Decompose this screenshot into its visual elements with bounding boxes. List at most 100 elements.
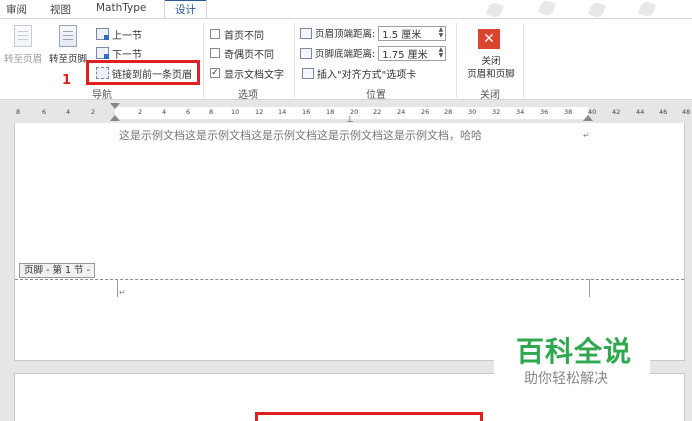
checkbox-box xyxy=(210,48,220,58)
goto-header-button[interactable]: 转至页眉 xyxy=(4,25,42,65)
checkmark-icon: ✓ xyxy=(210,68,220,78)
ribbon-tab-bar: 审阅 视图 MathType 设计 xyxy=(0,0,692,19)
header-from-top-value: 1.5 厘米 xyxy=(382,29,422,41)
goto-header-label: 转至页眉 xyxy=(4,54,43,65)
previous-section-icon xyxy=(96,28,109,40)
close-label-line2: 页眉和页脚 xyxy=(467,69,515,80)
ruler-number: 34 xyxy=(516,108,525,116)
tab-view[interactable]: 视图 xyxy=(50,2,71,17)
footer-position-icon xyxy=(300,47,312,59)
header-text[interactable]: 这是示例文档这是示例文档这是示例文档这是示例文档这是示例文档，哈哈 xyxy=(119,127,482,143)
decorative-leaf-icon xyxy=(588,1,606,19)
ruler-number: 22 xyxy=(373,108,382,116)
ruler-number: 10 xyxy=(231,108,240,116)
spinner-arrows-icon[interactable]: ▲ ▼ xyxy=(439,46,444,60)
insert-alignment-tab-label: 插入"对齐方式"选项卡 xyxy=(317,69,417,81)
right-indent-marker[interactable] xyxy=(583,115,593,121)
next-section-button[interactable]: 下一节 xyxy=(96,45,142,61)
footer-page-icon xyxy=(59,25,77,47)
ruler-number: 38 xyxy=(564,108,573,116)
checkbox-box xyxy=(210,29,220,39)
group-separator xyxy=(294,23,295,97)
ruler-number: 26 xyxy=(421,108,430,116)
paragraph-mark-icon: ↵ xyxy=(583,131,590,140)
ruler-number: 42 xyxy=(612,108,621,116)
spinner-arrows-icon[interactable]: ▲ ▼ xyxy=(439,26,444,40)
ruler-number: 24 xyxy=(397,108,406,116)
show-document-text-checkbox[interactable]: ✓ 显示文档文字 xyxy=(210,65,284,81)
ruler-number: 44 xyxy=(636,108,645,116)
header-position-icon xyxy=(300,27,312,39)
close-header-footer-button[interactable]: 关闭 页眉和页脚 xyxy=(462,55,520,81)
ruler-number: 30 xyxy=(468,108,477,116)
insert-alignment-tab-button[interactable]: 插入"对齐方式"选项卡 xyxy=(302,65,416,81)
group-label-position: 位置 xyxy=(366,90,386,101)
ruler-number: 32 xyxy=(492,108,501,116)
group-separator xyxy=(456,23,457,97)
next-section-label: 下一节 xyxy=(112,49,142,61)
next-section-icon xyxy=(96,47,109,59)
tab-mathtype[interactable]: MathType xyxy=(96,2,146,14)
ruler-number: 4 xyxy=(162,108,167,116)
footer-from-bottom-label: 页脚底端距离: xyxy=(315,49,376,60)
footer-from-bottom-value: 1.75 厘米 xyxy=(382,49,428,61)
highlight-box xyxy=(86,60,200,85)
ruler-number: 4 xyxy=(66,108,71,116)
ruler-number: 46 xyxy=(659,108,668,116)
ribbon: 转至页眉 转至页脚 上一节 下一节 链接到前一条页眉 1 导航 首页不同 奇偶页… xyxy=(0,18,692,101)
highlight-box xyxy=(255,412,483,421)
goto-footer-button[interactable]: 转至页脚 xyxy=(49,25,87,65)
ruler-number: 12 xyxy=(255,108,264,116)
header-page-icon xyxy=(14,25,32,47)
goto-footer-label: 转至页脚 xyxy=(49,54,88,65)
previous-section-button[interactable]: 上一节 xyxy=(96,26,142,42)
ruler-number: 48 xyxy=(682,108,691,116)
tab-review[interactable]: 审阅 xyxy=(6,2,27,17)
footer-margin-corner-right xyxy=(589,279,590,297)
footer-from-bottom-input[interactable]: 1.75 厘米 ▲ ▼ xyxy=(378,45,447,61)
close-label-line1: 关闭 xyxy=(481,56,501,67)
decorative-leaf-icon xyxy=(638,0,656,18)
group-label-navigation: 导航 xyxy=(92,90,112,101)
decorative-leaf-icon xyxy=(486,1,504,19)
ruler-number: 8 xyxy=(209,108,214,116)
ruler-number: 16 xyxy=(302,108,311,116)
different-first-page-checkbox[interactable]: 首页不同 xyxy=(210,26,264,42)
footer-boundary-line xyxy=(15,279,684,280)
ruler-number: 28 xyxy=(444,108,453,116)
header-from-top-label: 页眉顶端距离: xyxy=(315,29,376,40)
show-document-text-label: 显示文档文字 xyxy=(224,69,284,81)
horizontal-ruler[interactable]: 8 6 4 2 2 4 6 8 10 12 14 16 18 20 22 24 … xyxy=(0,101,692,125)
decorative-leaf-icon xyxy=(538,0,556,17)
group-separator xyxy=(203,23,204,97)
different-first-page-label: 首页不同 xyxy=(224,30,264,42)
header-from-top-row: 页眉顶端距离: 1.5 厘米 ▲ ▼ xyxy=(300,25,447,41)
different-odd-even-label: 奇偶页不同 xyxy=(224,49,274,61)
footer-from-bottom-row: 页脚底端距离: 1.75 厘米 ▲ ▼ xyxy=(300,45,447,61)
alignment-tab-icon xyxy=(302,67,314,79)
ruler-number: 6 xyxy=(186,108,191,116)
ruler-number: 14 xyxy=(278,108,287,116)
previous-section-label: 上一节 xyxy=(112,30,142,42)
header-from-top-input[interactable]: 1.5 厘米 ▲ ▼ xyxy=(378,25,447,41)
tab-design[interactable]: 设计 xyxy=(164,0,207,18)
watermark-logo: 百科全说 助你轻松解决 xyxy=(494,326,650,396)
step-number: 1 xyxy=(62,73,72,88)
ruler-number: 6 xyxy=(42,108,47,116)
left-indent-marker[interactable] xyxy=(110,115,120,121)
ruler-number: 2 xyxy=(91,108,96,116)
watermark-subtitle: 助你轻松解决 xyxy=(524,371,608,387)
group-separator xyxy=(523,23,524,97)
first-line-indent-marker[interactable] xyxy=(110,103,120,109)
paragraph-mark-icon: ↵ xyxy=(119,288,126,297)
close-icon[interactable]: ✕ xyxy=(478,29,500,49)
different-odd-even-checkbox[interactable]: 奇偶页不同 xyxy=(210,45,274,61)
ruler-number: 8 xyxy=(16,108,21,116)
watermark-title: 百科全说 xyxy=(516,335,633,368)
group-label-close: 关闭 xyxy=(480,90,500,101)
footer-section-tag: 页脚 - 第 1 节 - xyxy=(19,263,95,278)
ruler-number: 2 xyxy=(138,108,143,116)
ruler-number: 18 xyxy=(326,108,335,116)
ruler-number: 36 xyxy=(540,108,549,116)
group-label-options: 选项 xyxy=(238,90,258,101)
